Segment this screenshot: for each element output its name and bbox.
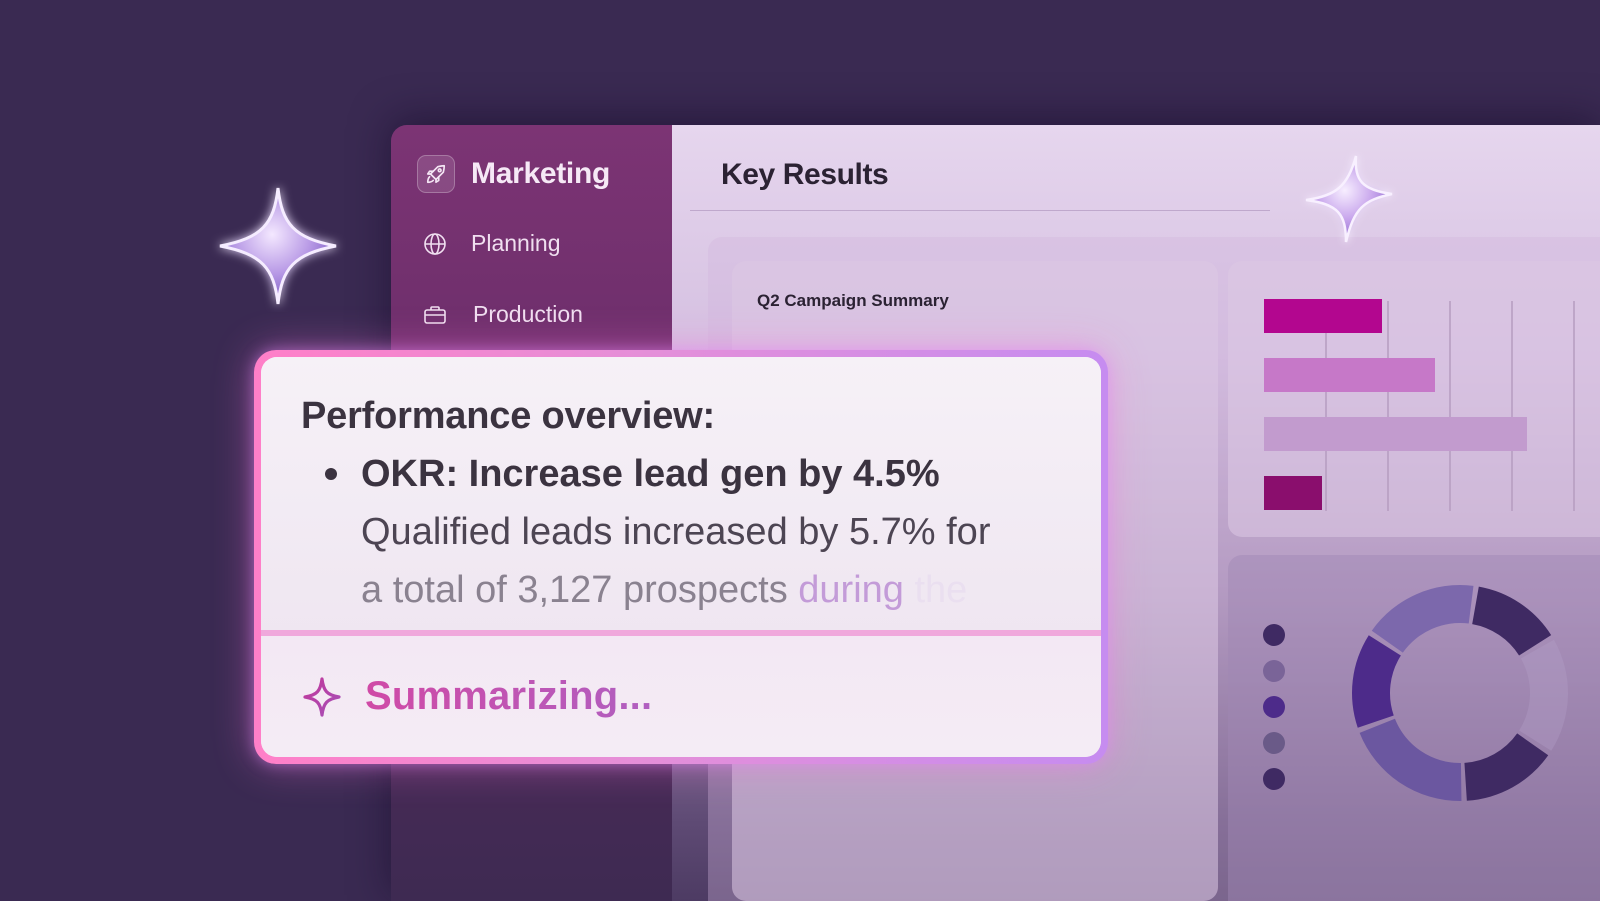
sidebar-item-planning[interactable]: Planning (423, 230, 561, 257)
bar-3 (1264, 476, 1322, 510)
legend-dot-0 (1263, 624, 1285, 646)
ai-summary-popup[interactable]: Performance overview: OKR: Increase lead… (254, 350, 1108, 764)
bullet-dot (325, 468, 337, 480)
legend-dot-2 (1263, 696, 1285, 718)
legend-dot-1 (1263, 660, 1285, 682)
bar-2 (1264, 417, 1527, 451)
donut-chart (1263, 585, 1568, 801)
summary-bullet: OKR: Increase lead gen by 4.5% Qualified… (301, 445, 1101, 619)
bar-chart (1264, 299, 1575, 511)
sidebar-item-production[interactable]: Production (423, 301, 583, 328)
sidebar-item-label: Production (473, 301, 583, 327)
popup-body: Performance overview: OKR: Increase lead… (261, 357, 1101, 757)
summarizing-status: Summarizing... (261, 630, 1101, 757)
donut-slice-1 (1519, 639, 1568, 751)
globe-icon (424, 232, 446, 255)
card-title: Q2 Campaign Summary (757, 291, 949, 310)
rocket-icon (417, 155, 455, 193)
summary-text: Performance overview: OKR: Increase lead… (261, 357, 1101, 637)
sparkle-icon (303, 676, 341, 717)
legend-dot-4 (1263, 768, 1285, 790)
okr-line: OKR: Increase lead gen by 4.5% (361, 453, 940, 495)
page-title: Key Results (721, 158, 889, 191)
donut-chart-card[interactable] (1228, 555, 1600, 901)
bar-0 (1264, 299, 1382, 333)
donut-slice-0 (1472, 586, 1552, 656)
sparkle-right-icon (1305, 155, 1393, 243)
donut-slice-2 (1464, 733, 1549, 801)
detail-line-2: a total of 3,127 prospects during the (361, 561, 990, 619)
bar-chart-card[interactable] (1228, 261, 1600, 537)
sidebar-brand[interactable]: Marketing (417, 155, 610, 193)
sidebar-title: Marketing (471, 157, 610, 190)
donut-slice-5 (1371, 585, 1474, 653)
bullet-body: OKR: Increase lead gen by 4.5% Qualified… (361, 445, 990, 619)
bar-1 (1264, 358, 1435, 392)
detail-text-c: the (903, 569, 968, 611)
detail-text-a: a total of 3,127 prospects (361, 569, 788, 611)
donut-slice-4 (1352, 635, 1401, 728)
legend-dot-3 (1263, 732, 1285, 754)
briefcase-icon (424, 305, 446, 324)
title-divider (690, 210, 1270, 211)
sidebar-item-label: Planning (471, 230, 561, 256)
status-label: Summarizing... (365, 674, 653, 718)
donut-slice-3 (1359, 718, 1462, 801)
detail-line-1: Qualified leads increased by 5.7% for (361, 511, 991, 553)
sparkle-left-icon (219, 187, 337, 305)
summary-heading: Performance overview: (301, 395, 715, 437)
detail-text-b: during (787, 569, 904, 611)
